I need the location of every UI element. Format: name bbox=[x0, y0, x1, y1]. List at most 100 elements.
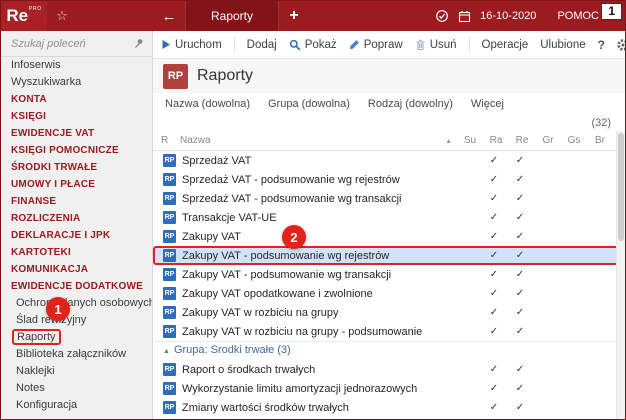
column-check[interactable]: Ra bbox=[483, 135, 509, 146]
sidebar-item[interactable]: UMOWY I PŁACE bbox=[1, 176, 152, 193]
report-icon: RP bbox=[163, 173, 176, 186]
add-button[interactable]: Dodaj bbox=[247, 39, 277, 51]
scrollbar-thumb[interactable] bbox=[618, 133, 624, 241]
cell-re: ✓ bbox=[515, 383, 525, 394]
table-row[interactable]: RP Sprzedaż VAT ✓ ✓ bbox=[153, 151, 625, 170]
sidebar-item[interactable]: ROZLICZENIA bbox=[1, 210, 152, 227]
sidebar-item[interactable]: Biblioteka załączników bbox=[1, 346, 152, 363]
edit-button[interactable]: Popraw bbox=[349, 39, 403, 51]
favorites-button[interactable]: Ulubione bbox=[540, 39, 585, 51]
titlebar: Re PRO Raporty 16-10-2020 POMOC bbox=[1, 1, 625, 31]
filter-more[interactable]: Więcej bbox=[471, 98, 504, 110]
status-check-icon[interactable] bbox=[435, 9, 449, 23]
run-label: Uruchom bbox=[175, 38, 222, 51]
column-check[interactable]: Br bbox=[587, 135, 613, 146]
favorites-star-icon[interactable] bbox=[47, 1, 77, 31]
group-collapse-icon bbox=[163, 344, 170, 356]
table-row[interactable]: RP Zakupy VAT w rozbiciu na grupy ✓ ✓ bbox=[153, 303, 625, 322]
sidebar-item[interactable]: Infoserwis bbox=[1, 57, 152, 74]
sidebar-item[interactable]: FINANSE bbox=[1, 193, 152, 210]
table-row[interactable]: RP Zakupy VAT - podsumowanie wg transakc… bbox=[153, 265, 625, 284]
filter-kind[interactable]: Rodzaj (dowolny) bbox=[368, 98, 453, 110]
sidebar-item-label: Ochrona danych osobowych bbox=[16, 297, 152, 309]
titlebar-right: 16-10-2020 POMOC bbox=[435, 1, 625, 31]
report-name: Sprzedaż VAT - podsumowanie wg rejestrów bbox=[182, 173, 400, 186]
sidebar-item[interactable]: Naklejki bbox=[1, 363, 152, 380]
report-name: Zakupy VAT bbox=[182, 230, 241, 243]
cell-ra: ✓ bbox=[489, 383, 499, 394]
column-check[interactable]: Gs bbox=[561, 135, 587, 146]
sidebar-item-label: ŚRODKI TRWAŁE bbox=[11, 162, 98, 173]
table-header[interactable]: R Nazwa SuRaReGrGsBr bbox=[153, 131, 625, 151]
table-row[interactable]: RP Wykorzystanie limitu amortyzacji jedn… bbox=[153, 379, 625, 398]
table-row[interactable]: RP Zakupy VAT ✓ ✓ bbox=[153, 227, 625, 246]
delete-button[interactable]: Usuń bbox=[415, 39, 457, 51]
sidebar-item-label: KARTOTEKI bbox=[11, 247, 71, 258]
calendar-icon[interactable] bbox=[458, 10, 471, 23]
sidebar-item[interactable]: KONTA bbox=[1, 91, 152, 108]
new-tab-button[interactable] bbox=[279, 1, 309, 31]
sidebar-item[interactable]: KSIĘGI POMOCNICZE bbox=[1, 142, 152, 159]
cell-re: ✓ bbox=[515, 155, 525, 166]
titlebar-spacer bbox=[77, 1, 153, 31]
column-type[interactable]: R bbox=[161, 135, 180, 146]
back-button[interactable] bbox=[153, 1, 185, 31]
pin-icon[interactable] bbox=[133, 38, 144, 49]
sidebar-item[interactable]: ŚRODKI TRWAŁE bbox=[1, 159, 152, 176]
column-check[interactable]: Re bbox=[509, 135, 535, 146]
sidebar-item[interactable]: KSIĘGI bbox=[1, 108, 152, 125]
cell-ra: ✓ bbox=[489, 307, 499, 318]
sidebar-item[interactable]: Notes bbox=[1, 380, 152, 397]
sidebar-item[interactable]: DEKLARACJE I JPK bbox=[1, 227, 152, 244]
filter-name[interactable]: Nazwa (dowolna) bbox=[165, 98, 250, 110]
sidebar-item[interactable]: Raporty bbox=[1, 329, 152, 346]
tab-label: Raporty bbox=[210, 9, 254, 23]
current-date[interactable]: 16-10-2020 bbox=[480, 10, 536, 22]
cell-ra: ✓ bbox=[489, 231, 499, 242]
table-row[interactable]: RP Sprzedaż VAT - podsumowanie wg rejest… bbox=[153, 170, 625, 189]
sidebar-item[interactable]: KOMUNIKACJA bbox=[1, 261, 152, 278]
column-name[interactable]: Nazwa bbox=[180, 135, 445, 146]
tab-raporty[interactable]: Raporty bbox=[185, 1, 279, 31]
table-row[interactable]: RP Raport o środkach trwałych ✓ ✓ bbox=[153, 360, 625, 379]
report-icon: RP bbox=[163, 192, 176, 205]
vertical-scrollbar[interactable] bbox=[616, 131, 625, 419]
sidebar: Szukaj poleceń Infoserwis Wyszukiwarka KON… bbox=[1, 31, 153, 419]
table-row[interactable]: Grupa: Środki trwałe (3) bbox=[153, 341, 625, 360]
annotation-page-number: 1 bbox=[601, 3, 622, 20]
command-search-input[interactable]: Szukaj poleceń bbox=[1, 31, 152, 57]
table-row[interactable]: RP Zakupy VAT - podsumowanie wg rejestró… bbox=[153, 246, 625, 265]
cell-re: ✓ bbox=[515, 326, 525, 337]
sidebar-item[interactable]: Wyszukiwarka bbox=[1, 74, 152, 91]
cell-ra: ✓ bbox=[489, 364, 499, 375]
app-logo[interactable]: Re PRO bbox=[1, 1, 47, 31]
sidebar-item[interactable]: EWIDENCJE DODATKOWE bbox=[1, 278, 152, 295]
sidebar-item[interactable]: Ślad rewizyjny bbox=[1, 312, 152, 329]
report-icon: RP bbox=[163, 154, 176, 167]
show-button[interactable]: Pokaż bbox=[289, 39, 337, 51]
result-count: (32) bbox=[591, 117, 611, 129]
help-menu[interactable]: POMOC bbox=[557, 10, 599, 22]
app-window: Re PRO Raporty 16-10-2020 POMOC Szukaj p… bbox=[0, 0, 626, 420]
column-check[interactable]: Su bbox=[457, 135, 483, 146]
sort-asc-icon[interactable] bbox=[445, 135, 452, 146]
table-row[interactable]: RP Sprzedaż VAT - podsumowanie wg transa… bbox=[153, 189, 625, 208]
column-check[interactable]: Gr bbox=[535, 135, 561, 146]
sidebar-item[interactable]: Ochrona danych osobowych bbox=[1, 295, 152, 312]
report-name: Raport o środkach trwałych bbox=[182, 363, 316, 376]
sidebar-item[interactable]: Konfiguracja bbox=[1, 397, 152, 414]
table-row[interactable]: RP Zakupy VAT opodatkowane i zwolnione ✓… bbox=[153, 284, 625, 303]
run-button[interactable]: Uruchom bbox=[161, 39, 222, 51]
sidebar-item[interactable]: KARTOTEKI bbox=[1, 244, 152, 261]
table-row[interactable]: RP Zmiany wartości środków trwałych ✓ ✓ bbox=[153, 398, 625, 417]
table-row[interactable]: RP Transakcje VAT-UE ✓ ✓ bbox=[153, 208, 625, 227]
table-row[interactable]: RP Zakupy VAT w rozbiciu na grupy - pods… bbox=[153, 322, 625, 341]
filter-group[interactable]: Grupa (dowolna) bbox=[268, 98, 350, 110]
settings-gear-icon[interactable] bbox=[616, 38, 625, 52]
sidebar-item-label: EWIDENCJE VAT bbox=[11, 128, 95, 139]
operations-button[interactable]: Operacje bbox=[482, 39, 529, 51]
check-columns: Su Ra Re Gr Gs Br bbox=[457, 135, 613, 146]
help-button[interactable]: ? bbox=[598, 38, 605, 52]
cell-ra: ✓ bbox=[489, 402, 499, 413]
sidebar-item[interactable]: EWIDENCJE VAT bbox=[1, 125, 152, 142]
